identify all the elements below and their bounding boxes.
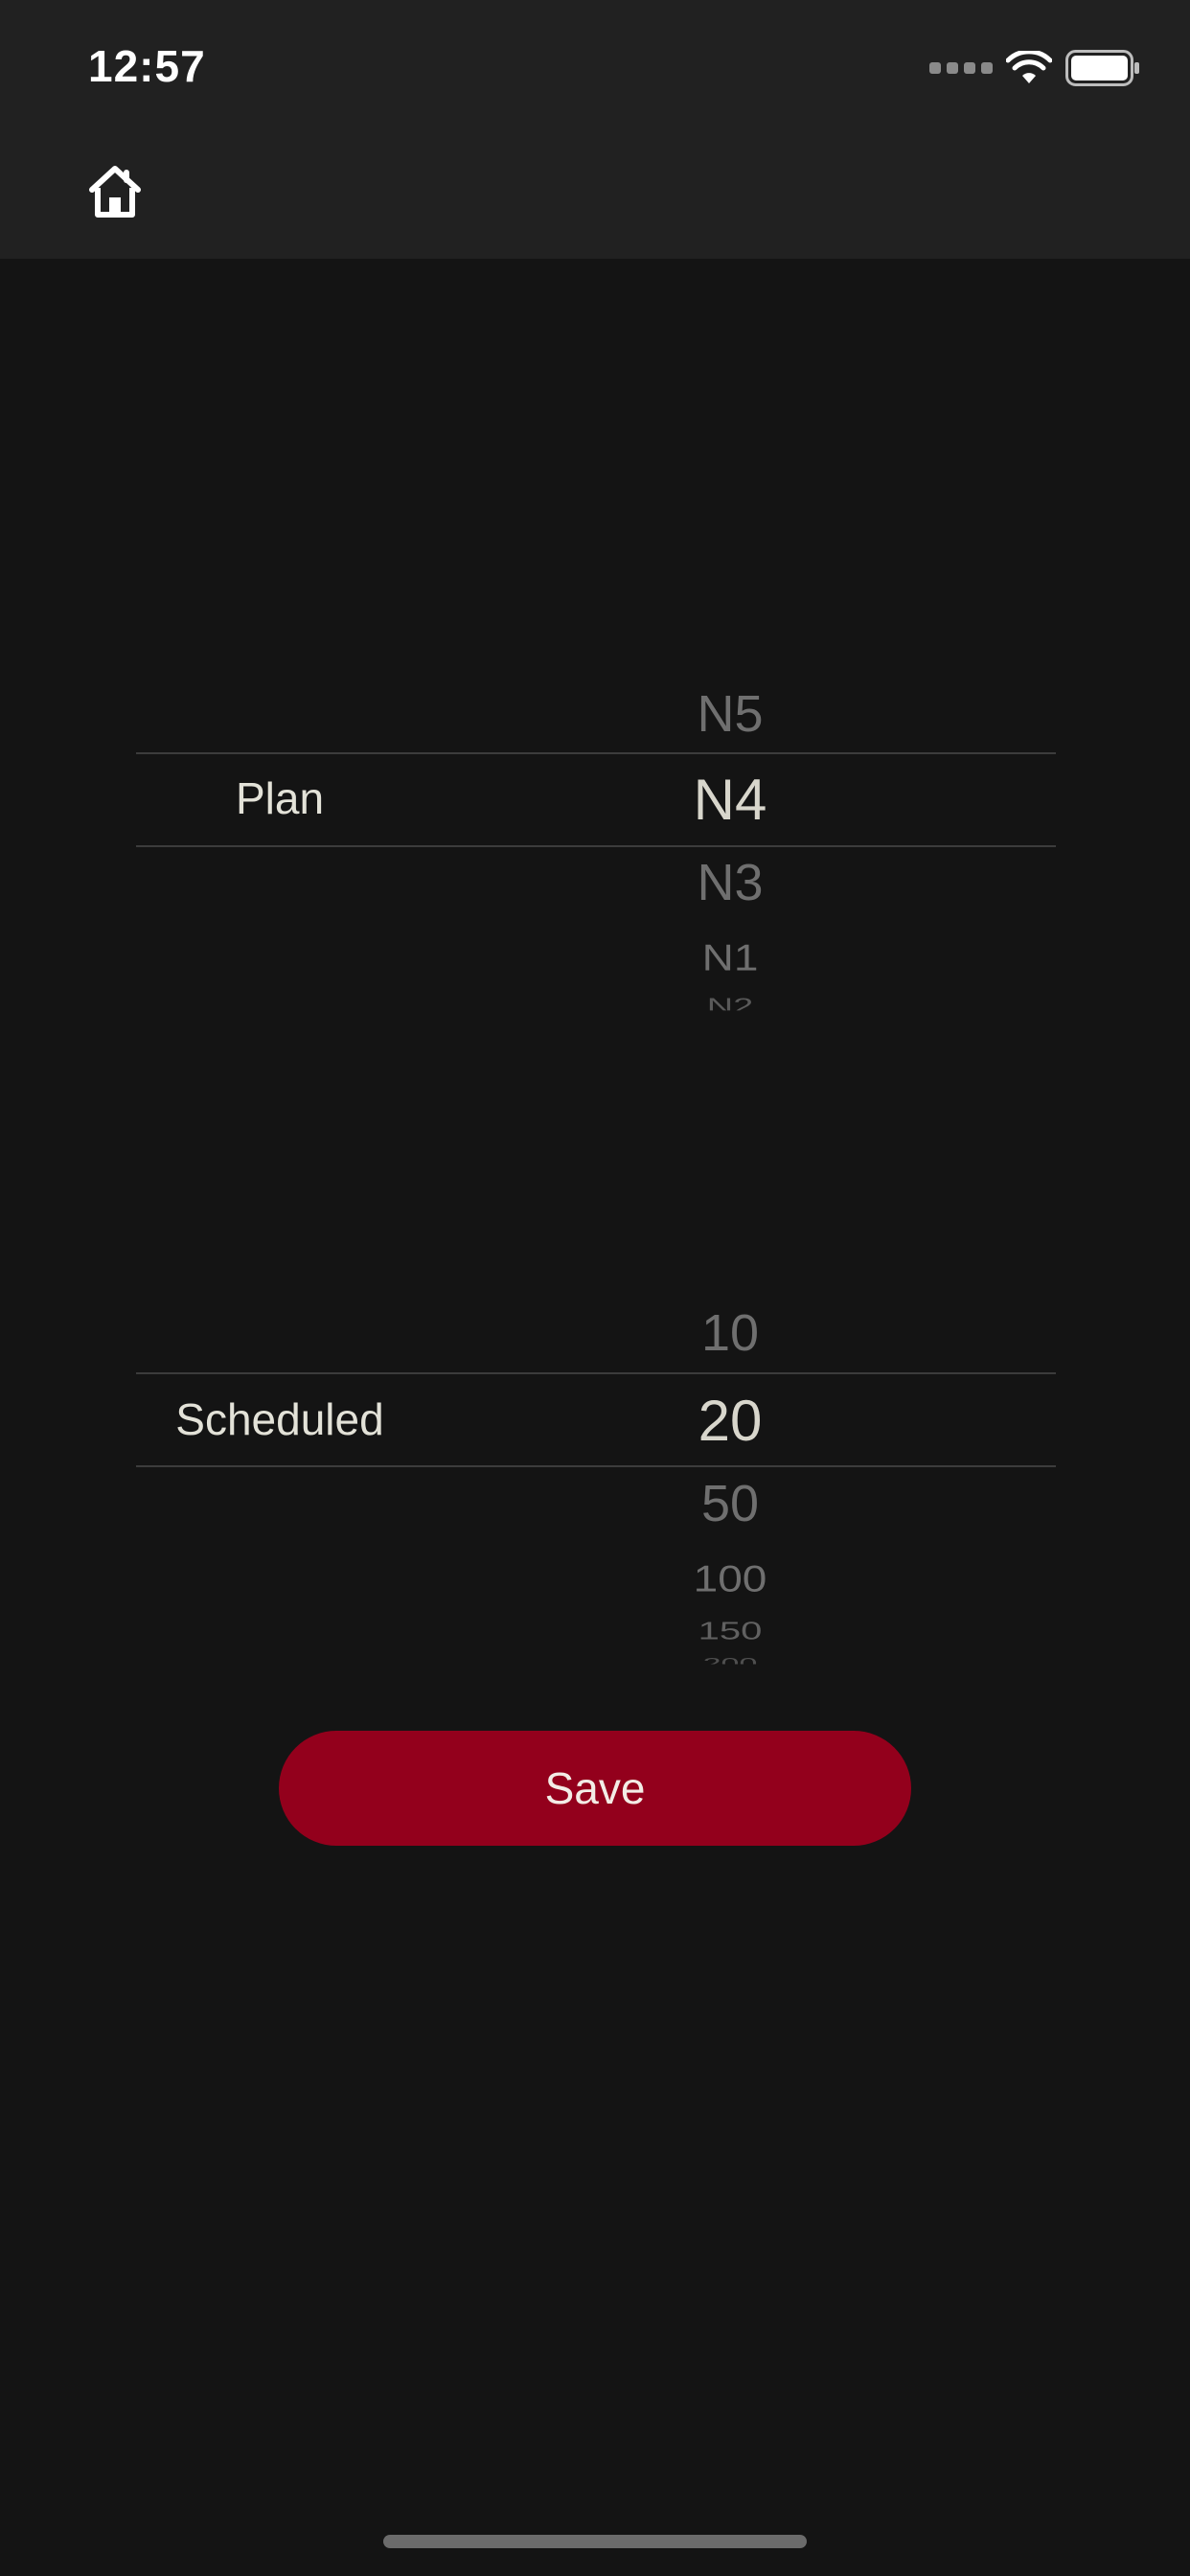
scheduled-option[interactable]: 200 — [500, 1656, 960, 1665]
scheduled-label: Scheduled — [175, 1394, 384, 1444]
scheduled-picker-bottom-divider — [136, 1465, 1056, 1467]
status-icons — [929, 50, 1140, 86]
signal-dots-icon — [929, 62, 993, 74]
plan-picker[interactable]: Plan N5 N4 N3 N1 N2 — [136, 671, 1056, 1054]
plan-option-selected[interactable]: N4 — [500, 767, 960, 833]
scheduled-option[interactable]: 50 — [500, 1474, 960, 1533]
scheduled-option[interactable]: 100 — [500, 1556, 960, 1600]
home-icon[interactable] — [84, 161, 146, 222]
scheduled-picker[interactable]: Scheduled 10 20 50 100 150 200 — [136, 1294, 1056, 1677]
scheduled-option-selected[interactable]: 20 — [500, 1388, 960, 1454]
plan-option[interactable]: N2 — [500, 995, 960, 1011]
home-indicator — [383, 2535, 807, 2548]
plan-option[interactable]: N5 — [500, 684, 960, 744]
scheduled-option[interactable]: 150 — [500, 1618, 960, 1645]
top-header: 12:57 — [0, 0, 1190, 259]
plan-picker-bottom-divider — [136, 845, 1056, 847]
plan-option[interactable]: N1 — [500, 935, 960, 979]
plan-label: Plan — [235, 773, 325, 823]
battery-icon — [1065, 50, 1139, 86]
scheduled-picker-top-divider — [136, 1372, 1056, 1374]
wifi-icon — [1006, 51, 1052, 83]
plan-picker-top-divider — [136, 752, 1056, 754]
save-button[interactable]: Save — [279, 1731, 911, 1846]
status-time: 12:57 — [88, 41, 206, 91]
plan-option[interactable]: N3 — [500, 853, 960, 912]
scheduled-option[interactable]: 10 — [500, 1303, 960, 1363]
